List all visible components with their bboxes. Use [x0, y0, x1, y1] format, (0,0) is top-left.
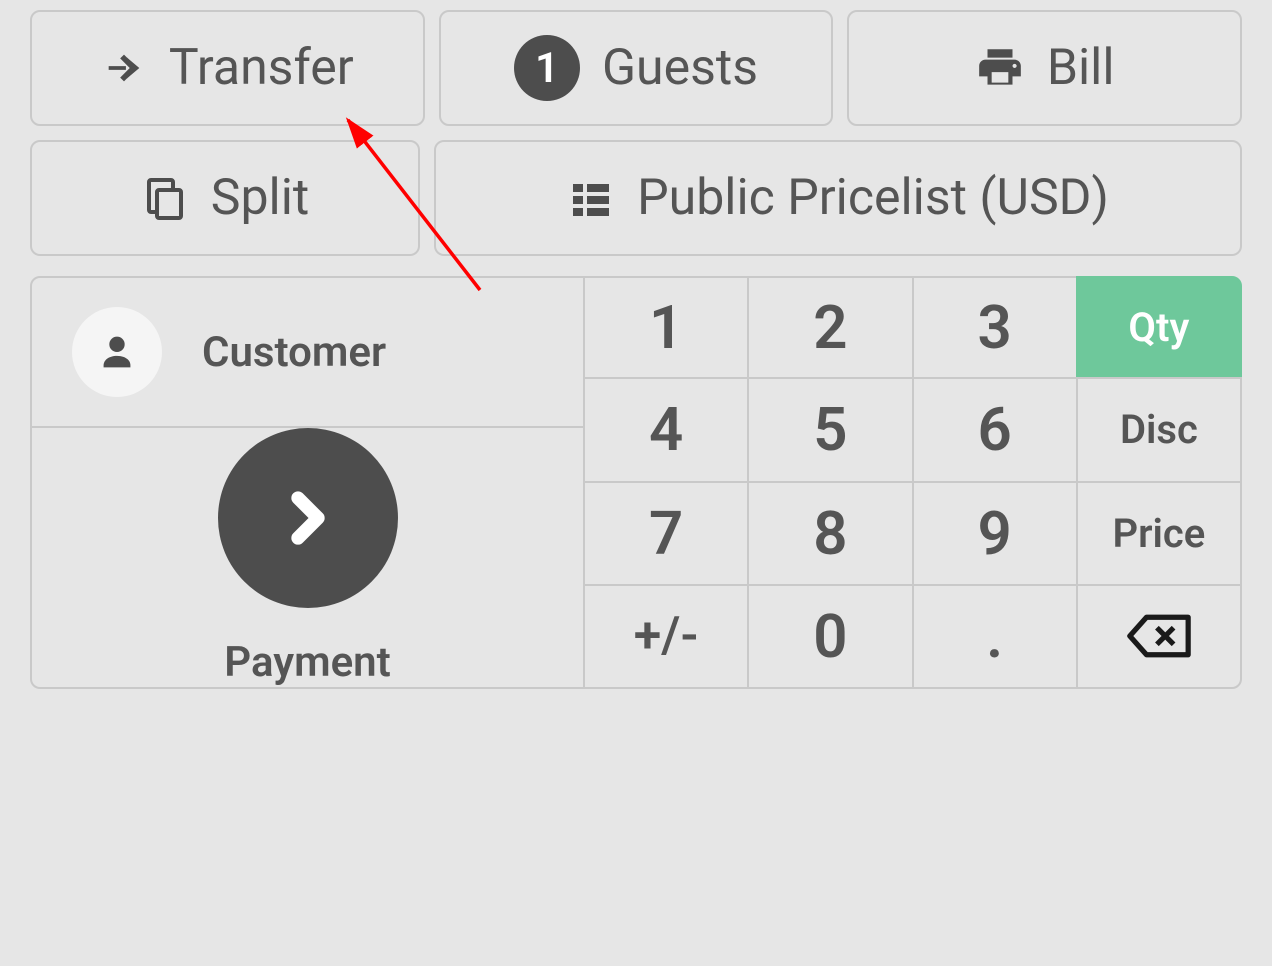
- numpad-mode-qty[interactable]: Qty: [1076, 276, 1242, 379]
- numpad-1[interactable]: 1: [583, 276, 749, 379]
- bill-label: Bill: [1047, 39, 1115, 97]
- pricelist-button[interactable]: Public Pricelist (USD): [434, 140, 1242, 256]
- numpad-0[interactable]: 0: [747, 584, 913, 689]
- guests-button[interactable]: 1 Guests: [439, 10, 834, 126]
- numpad-4[interactable]: 4: [583, 377, 749, 482]
- transfer-button[interactable]: Transfer: [30, 10, 425, 126]
- split-label: Split: [211, 169, 309, 227]
- customer-label: Customer: [202, 328, 386, 377]
- list-icon: [567, 174, 615, 222]
- numpad-mode-price[interactable]: Price: [1076, 481, 1242, 586]
- user-icon: [72, 307, 162, 397]
- arrow-right-icon: [101, 45, 147, 91]
- numpad-2[interactable]: 2: [747, 276, 913, 379]
- pricelist-label: Public Pricelist (USD): [637, 169, 1109, 227]
- numpad-5[interactable]: 5: [747, 377, 913, 482]
- numpad-8[interactable]: 8: [747, 481, 913, 586]
- bill-button[interactable]: Bill: [847, 10, 1242, 126]
- numpad: 1 2 3 Qty 4 5 6 Disc 7 8 9 Price +/- 0 .: [585, 276, 1242, 689]
- printer-icon: [975, 43, 1025, 93]
- numpad-dot[interactable]: .: [912, 584, 1078, 689]
- numpad-mode-disc[interactable]: Disc: [1076, 377, 1242, 482]
- payment-button[interactable]: Payment: [30, 428, 585, 689]
- payment-label: Payment: [224, 638, 390, 687]
- numpad-backspace[interactable]: [1076, 584, 1242, 689]
- split-button[interactable]: Split: [30, 140, 420, 256]
- copy-icon: [141, 174, 189, 222]
- numpad-3[interactable]: 3: [912, 276, 1078, 379]
- backspace-icon: [1124, 611, 1194, 661]
- numpad-sign[interactable]: +/-: [583, 584, 749, 689]
- numpad-7[interactable]: 7: [583, 481, 749, 586]
- numpad-9[interactable]: 9: [912, 481, 1078, 586]
- transfer-label: Transfer: [169, 39, 354, 97]
- guests-count-badge: 1: [514, 35, 580, 101]
- guests-label: Guests: [602, 39, 758, 97]
- customer-button[interactable]: Customer: [30, 276, 585, 428]
- chevron-right-icon: [218, 428, 398, 608]
- numpad-6[interactable]: 6: [912, 377, 1078, 482]
